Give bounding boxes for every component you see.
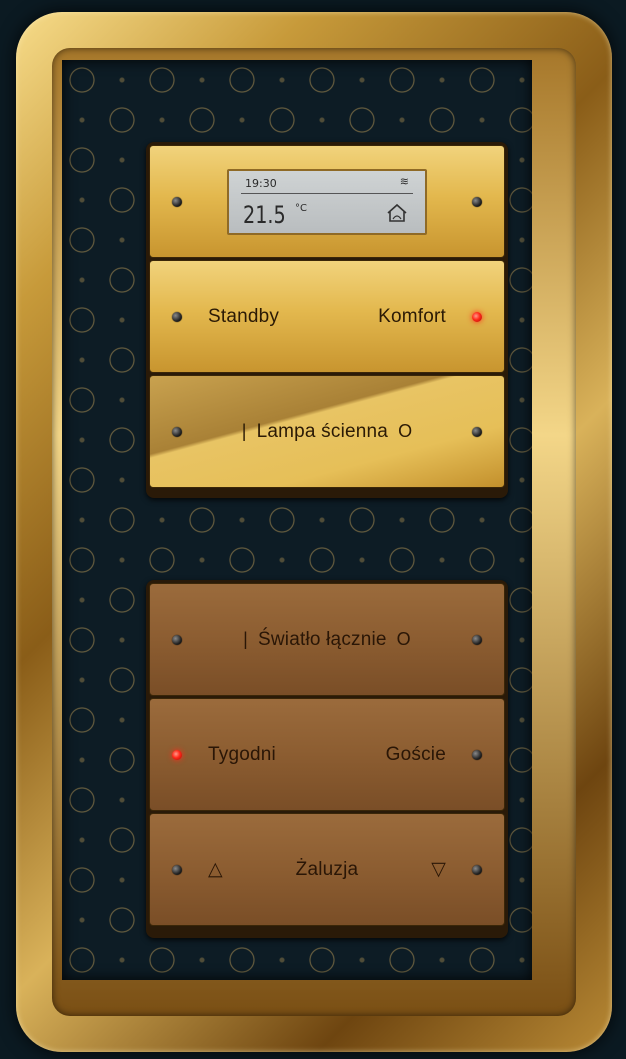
standby-komfort-key[interactable]: Standby Komfort — [149, 260, 505, 373]
all-lights-key[interactable]: | Światło łącznie O — [149, 583, 505, 696]
komfort-label: Komfort — [378, 305, 446, 327]
display-unit: °C — [295, 202, 307, 214]
light-on-symbol: | — [243, 629, 248, 649]
light-on-led-icon — [172, 634, 182, 645]
komfort-led-icon — [472, 311, 482, 322]
display-divider — [241, 192, 413, 194]
display-temperature: 21.5 — [243, 200, 286, 229]
display-time: 19:30 — [245, 176, 277, 190]
bottom-switch-module: | Światło łącznie O Tygodni Goście △ Żal… — [146, 580, 508, 938]
display-right-led-icon — [472, 196, 482, 207]
thermostat-display: 19:30 ≋ 21.5 °C — [227, 168, 427, 235]
blind-up-led-icon — [172, 864, 182, 875]
lamp-off-led-icon — [472, 426, 482, 437]
top-switch-module: 19:30 ≋ 21.5 °C Standby Komfort | Lampa … — [146, 142, 508, 498]
blind-down-arrow-icon: ▽ — [431, 859, 446, 880]
standby-label: Standby — [208, 305, 280, 327]
heating-icon: ≋ — [399, 174, 409, 188]
week-label: Tygodni — [208, 743, 276, 765]
display-left-led-icon — [172, 196, 182, 207]
light-label: Światło łącznie — [258, 628, 387, 650]
week-led-icon — [172, 749, 182, 760]
blind-label: Żaluzja — [295, 858, 359, 880]
lamp-on-led-icon — [172, 426, 182, 437]
guests-label: Goście — [385, 743, 446, 765]
blind-key[interactable]: △ Żaluzja ▽ — [149, 813, 505, 926]
blind-up-arrow-icon: △ — [208, 859, 223, 880]
display-key[interactable]: 19:30 ≋ 21.5 °C — [149, 145, 505, 258]
light-off-led-icon — [472, 634, 482, 645]
standby-led-icon — [172, 311, 182, 322]
wall-lamp-key[interactable]: | Lampa ścienna O — [149, 375, 505, 488]
light-off-symbol: O — [396, 629, 411, 649]
lamp-label: Lampa ścienna — [256, 420, 389, 442]
week-guests-key[interactable]: Tygodni Goście — [149, 698, 505, 811]
lamp-off-symbol: O — [398, 421, 413, 441]
lamp-on-symbol: | — [241, 421, 247, 441]
house-icon — [387, 203, 407, 222]
blind-down-led-icon — [472, 864, 482, 875]
guests-led-icon — [472, 749, 482, 760]
